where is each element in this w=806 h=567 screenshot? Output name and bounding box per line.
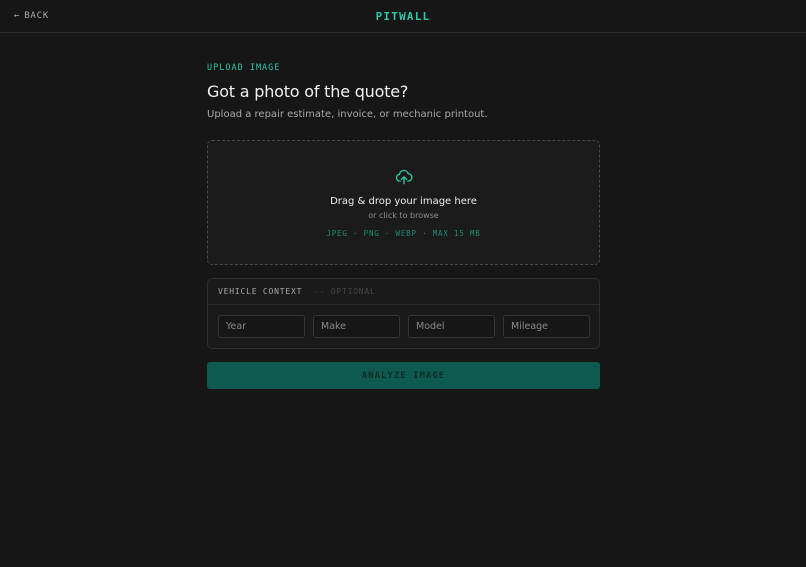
vehicle-context-panel: VEHICLE CONTEXT -- OPTIONAL <box>207 278 600 349</box>
section-eyebrow: UPLOAD IMAGE <box>207 63 281 73</box>
analyze-image-button[interactable]: ANALYZE IMAGE <box>207 362 600 389</box>
dropzone-subtitle: or click to browse <box>368 211 439 220</box>
brand-logo: PITWALL <box>375 10 431 23</box>
main-content: UPLOAD IMAGE Got a photo of the quote? U… <box>207 63 600 389</box>
cloud-upload-icon <box>395 169 413 185</box>
vehicle-fields <box>218 315 590 338</box>
vehicle-context-label: VEHICLE CONTEXT <box>218 287 303 296</box>
vehicle-context-header: VEHICLE CONTEXT -- OPTIONAL <box>208 279 599 305</box>
make-input[interactable] <box>313 315 400 338</box>
image-dropzone[interactable]: Drag & drop your image here or click to … <box>207 140 600 265</box>
mileage-input[interactable] <box>503 315 590 338</box>
accepted-file-types: JPEG · PNG · WEBP · MAX 15 MB <box>326 229 481 238</box>
optional-label: -- OPTIONAL <box>313 287 376 296</box>
top-bar: ← BACK PITWALL <box>0 0 806 33</box>
page-title: Got a photo of the quote? <box>207 82 409 101</box>
page-subtitle: Upload a repair estimate, invoice, or me… <box>207 109 488 120</box>
model-input[interactable] <box>408 315 495 338</box>
dropzone-title: Drag & drop your image here <box>330 196 477 207</box>
year-input[interactable] <box>218 315 305 338</box>
